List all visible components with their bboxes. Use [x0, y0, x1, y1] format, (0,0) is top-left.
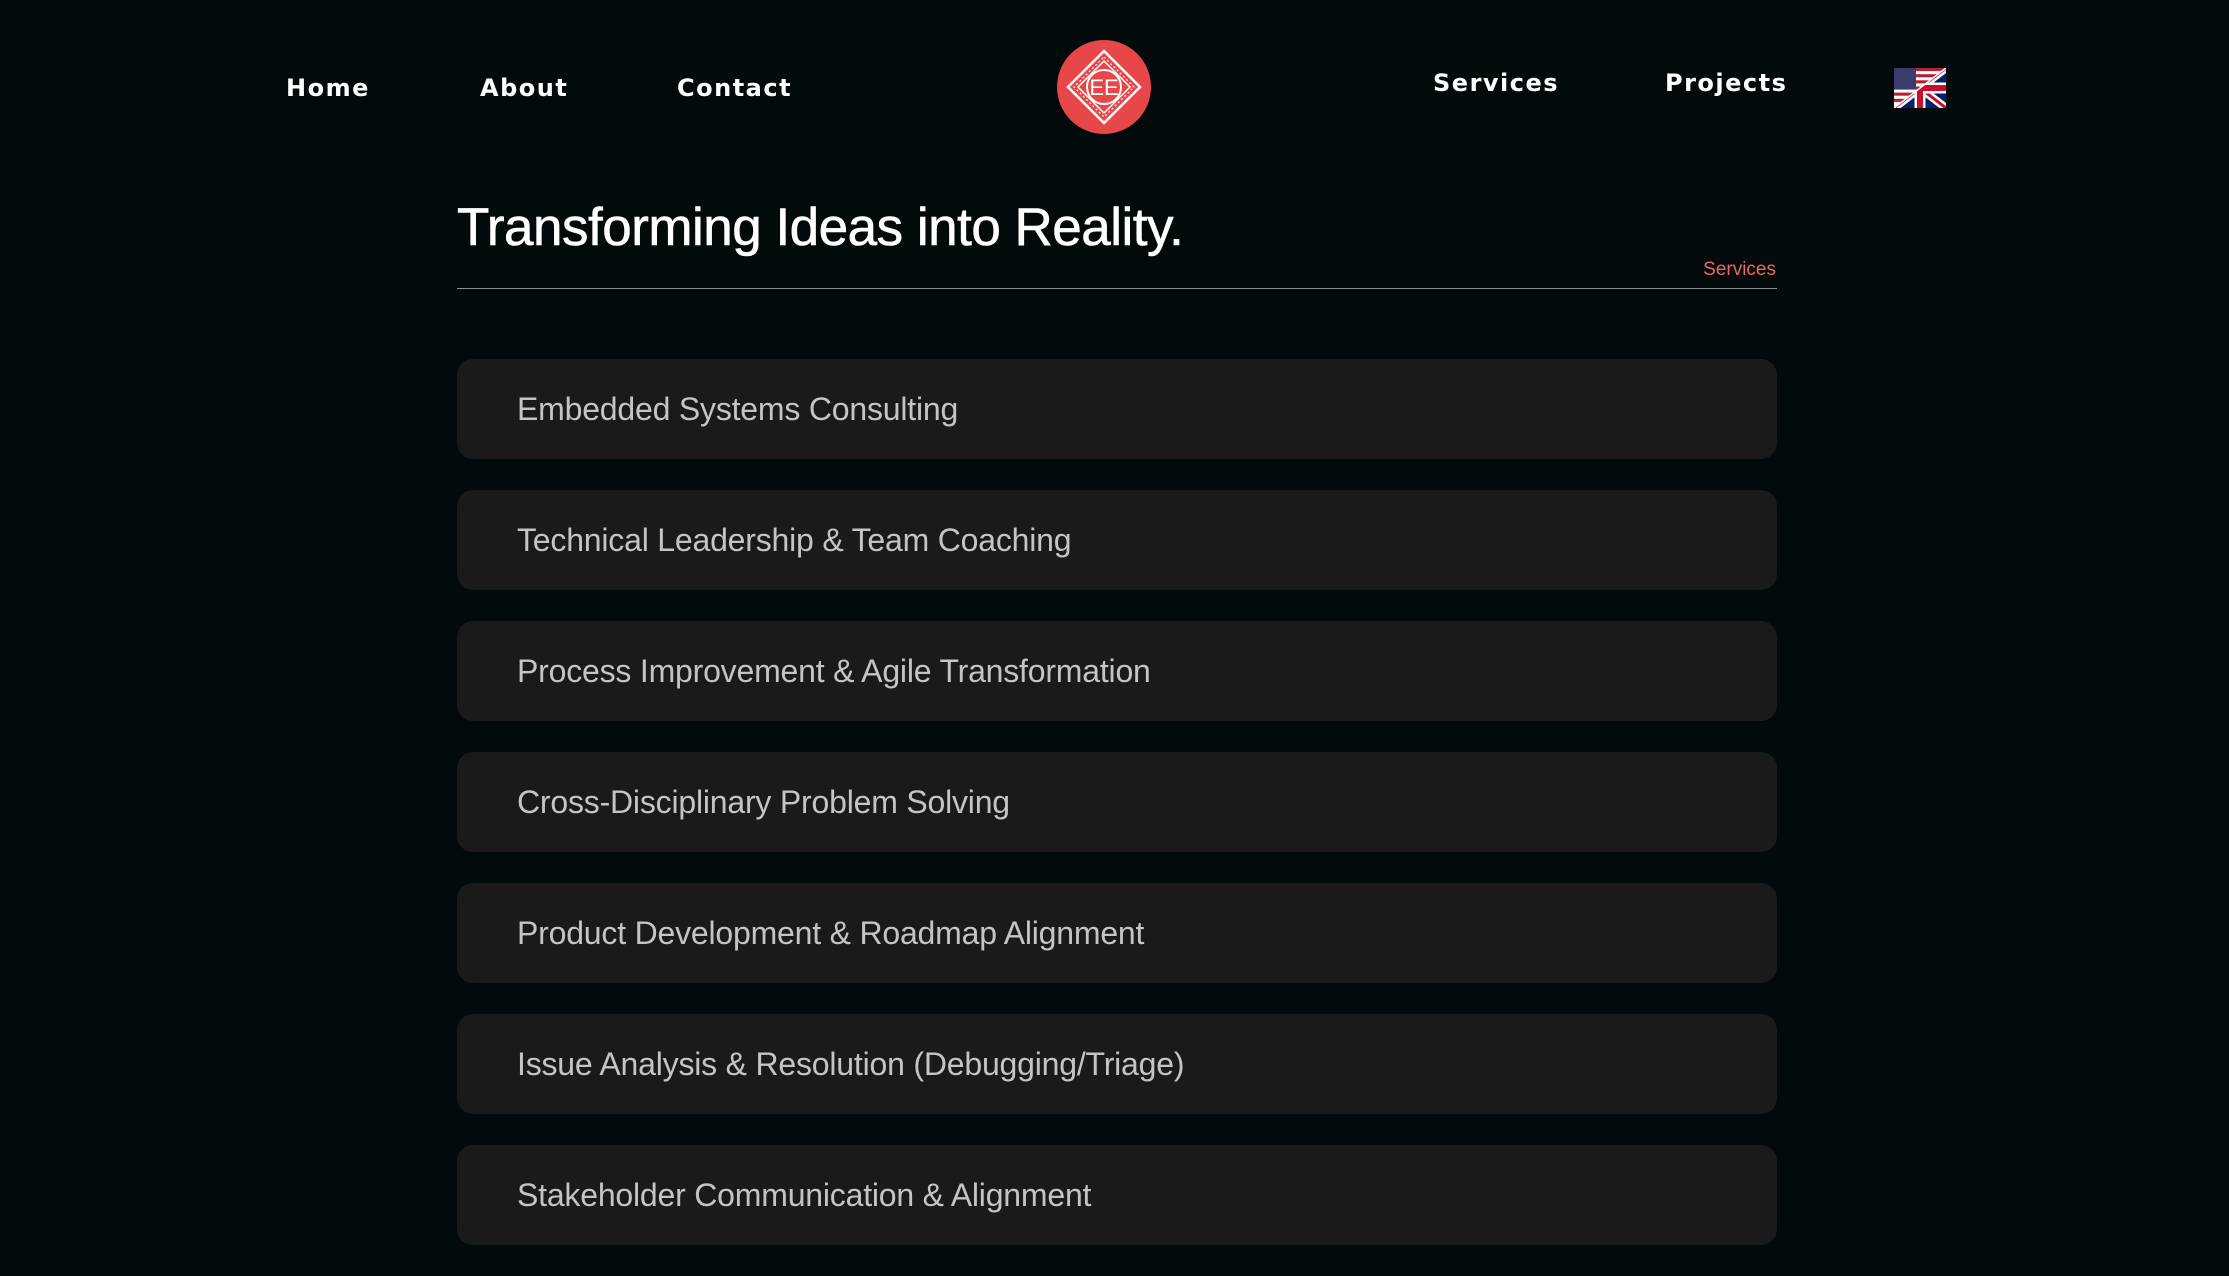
service-label: Technical Leadership & Team Coaching: [517, 521, 1072, 558]
service-label: Product Development & Roadmap Alignment: [517, 914, 1145, 951]
service-card-technical-leadership[interactable]: Technical Leadership & Team Coaching: [457, 490, 1777, 590]
service-label: Cross-Disciplinary Problem Solving: [517, 783, 1010, 820]
language-switcher[interactable]: [1893, 67, 1947, 109]
service-card-problem-solving[interactable]: Cross-Disciplinary Problem Solving: [457, 752, 1777, 852]
nav-about-link[interactable]: About: [480, 76, 568, 100]
service-card-product-development[interactable]: Product Development & Roadmap Alignment: [457, 883, 1777, 983]
us-uk-flag-icon: [1893, 67, 1947, 109]
service-card-issue-analysis[interactable]: Issue Analysis & Resolution (Debugging/T…: [457, 1014, 1777, 1114]
nav-home-link[interactable]: Home: [286, 76, 370, 100]
service-label: Issue Analysis & Resolution (Debugging/T…: [517, 1045, 1185, 1082]
site-logo[interactable]: EE: [1056, 39, 1152, 135]
section-label: Services: [1703, 259, 1776, 280]
nav-services-link[interactable]: Services: [1433, 71, 1559, 95]
nav-contact-link[interactable]: Contact: [677, 76, 792, 100]
nav-projects-link[interactable]: Projects: [1665, 71, 1787, 95]
service-label: Embedded Systems Consulting: [517, 390, 959, 427]
service-card-stakeholder-communication[interactable]: Stakeholder Communication & Alignment: [457, 1145, 1777, 1245]
service-card-embedded-systems[interactable]: Embedded Systems Consulting: [457, 359, 1777, 459]
title-divider: [457, 288, 1777, 289]
page-title: Transforming Ideas into Reality.: [457, 198, 1184, 257]
logo-emblem-icon: EE: [1057, 40, 1151, 134]
logo-text: EE: [1089, 75, 1118, 100]
service-label: Stakeholder Communication & Alignment: [517, 1176, 1092, 1213]
service-card-process-improvement[interactable]: Process Improvement & Agile Transformati…: [457, 621, 1777, 721]
service-label: Process Improvement & Agile Transformati…: [517, 652, 1151, 689]
services-list: Embedded Systems Consulting Technical Le…: [457, 359, 1777, 1276]
